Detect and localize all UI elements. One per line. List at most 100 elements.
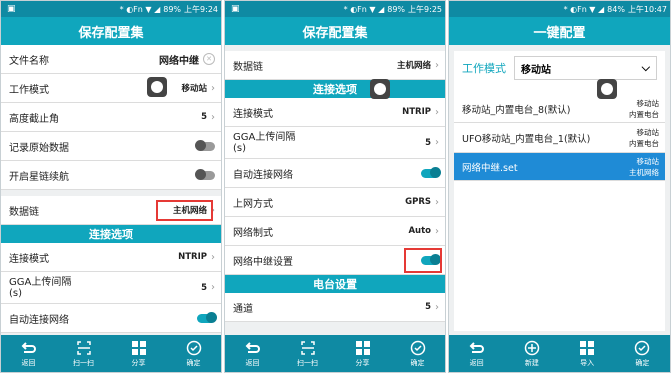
chevron-right-icon: › [435, 196, 439, 208]
row-value: 主机网络 [396, 61, 431, 71]
bottom-toolbar: 返回 扫一扫 分享 确定 [1, 335, 221, 372]
work-mode-row: 工作模式 移动站 ⌵ [454, 51, 665, 85]
grid-icon [131, 340, 146, 355]
row-label: 通道 [233, 303, 253, 315]
chevron-right-icon: › [211, 251, 215, 263]
auto-connect-toggle[interactable] [421, 166, 441, 178]
floating-assist-button[interactable] [597, 79, 617, 99]
chevron-right-icon: › [435, 137, 439, 148]
highlight-box [404, 248, 442, 273]
chevron-right-icon: › [435, 301, 439, 313]
row-value: GPRS [405, 197, 431, 207]
datalink-row[interactable]: 数据链 主机网络 › [1, 196, 221, 225]
share-button[interactable]: 分享 [343, 340, 383, 368]
highlight-box [156, 200, 213, 221]
row-label: 记录原始数据 [9, 142, 69, 154]
file-name-row[interactable]: 文件名称 网络中继 ✕ [1, 45, 221, 74]
chevron-down-icon: ⌵ [641, 61, 650, 74]
row-label: 连接模式 [9, 253, 49, 265]
back-button[interactable]: 返回 [233, 340, 273, 368]
elevation-mask-row[interactable]: 高度截止角 5 › [1, 103, 221, 132]
record-raw-row: 记录原始数据 [1, 132, 221, 161]
battery-level: 89% [387, 4, 406, 14]
chevron-right-icon: › [435, 225, 439, 237]
notification-icon: ▣ [7, 4, 16, 14]
auto-connect-row: 自动连接网络 [225, 159, 445, 188]
grid-icon [355, 340, 370, 355]
row-label: 文件名称 [9, 55, 49, 67]
confirm-button[interactable]: 确定 [622, 340, 662, 368]
confirm-button[interactable]: 确定 [174, 340, 214, 368]
row-label: 自动连接网络 [233, 169, 293, 181]
conn-mode-row[interactable]: 连接模式 NTRIP › [225, 98, 445, 127]
row-label: 自动连接网络 [9, 314, 69, 326]
bottom-toolbar: 返回 扫一扫 分享 确定 [225, 335, 445, 372]
conn-mode-row[interactable]: 连接模式 NTRIP › [1, 243, 221, 272]
scan-icon [76, 340, 91, 355]
bottom-toolbar: 返回 新建 导入 确定 [449, 335, 670, 372]
config-list-item-selected[interactable]: 网络中继.set 移动站 主机网络 [454, 153, 665, 181]
floating-assist-button[interactable] [147, 77, 167, 97]
chevron-right-icon: › [435, 106, 439, 118]
gga-interval-row[interactable]: GGA上传间隔 (s) 5 › [225, 127, 445, 159]
row-value: NTRIP [402, 107, 431, 117]
status-bar: ▣ * ◐Fn ▼ ◢ 89% 上午9:25 [225, 1, 445, 17]
back-button[interactable]: 返回 [457, 340, 497, 368]
work-mode-label: 工作模式 [462, 62, 506, 75]
panel-save-config-1: ▣ * ◐Fn ▼ ◢ 89% 上午9:24 保存配置集 文件名称 网络中继 ✕… [0, 0, 222, 373]
gga-interval-row[interactable]: GGA上传间隔 (s) 5 › [1, 272, 221, 304]
auto-connect-toggle[interactable] [197, 311, 217, 323]
page-title: 保存配置集 [225, 17, 445, 45]
file-name-input[interactable]: 网络中继 [159, 52, 199, 67]
network-mode-row[interactable]: 上网方式 GPRS › [225, 188, 445, 217]
row-value: 5 [201, 112, 207, 122]
panel-one-click-config: * ◐Fn ▼ ◢ 84% 上午10:47 一键配置 工作模式 移动站 ⌵ 移动… [448, 0, 671, 373]
back-button[interactable]: 返回 [9, 340, 49, 368]
battery-level: 89% [163, 4, 182, 14]
section-header: 连接选项 [1, 225, 221, 243]
work-mode-select[interactable]: 移动站 ⌵ [514, 56, 657, 80]
work-mode-row[interactable]: 工作模式 移动站 › [1, 74, 221, 103]
import-button[interactable]: 导入 [567, 340, 607, 368]
clock: 上午9:24 [184, 4, 218, 14]
clock: 上午10:47 [627, 4, 667, 14]
datalink-row[interactable]: 数据链 主机网络 › [225, 51, 445, 80]
chevron-right-icon: › [435, 59, 439, 71]
record-raw-toggle[interactable] [195, 139, 215, 151]
check-circle-icon [186, 340, 201, 355]
section-header: 电台设置 [225, 275, 445, 293]
clock: 上午9:25 [408, 4, 442, 14]
battery-level: 84% [607, 4, 625, 14]
status-icons: * ◐Fn ▼ ◢ [563, 4, 605, 14]
status-icons: * ◐Fn ▼ ◢ [343, 4, 385, 14]
chevron-right-icon: › [211, 282, 215, 293]
channel-row[interactable]: 通道 5 › [225, 293, 445, 322]
back-icon [469, 341, 484, 353]
scan-button[interactable]: 扫一扫 [64, 340, 104, 368]
row-value: 5 [425, 302, 431, 312]
row-value: 移动站 [181, 84, 207, 94]
chevron-right-icon: › [211, 111, 215, 123]
floating-assist-button[interactable] [370, 79, 390, 99]
config-list-item[interactable]: 移动站_内置电台_8(默认) 移动站 内置电台 [454, 95, 665, 123]
status-bar: * ◐Fn ▼ ◢ 84% 上午10:47 [449, 1, 670, 17]
section-header: 连接选项 [225, 80, 445, 98]
check-circle-icon [410, 340, 425, 355]
row-value: 5 [201, 282, 207, 293]
clear-icon[interactable]: ✕ [203, 53, 215, 65]
notification-icon: ▣ [231, 4, 240, 14]
new-button[interactable]: 新建 [512, 340, 552, 368]
row-label: 网络中继设置 [233, 256, 293, 268]
row-label: 数据链 [233, 61, 263, 73]
plus-circle-icon [524, 340, 540, 355]
scan-button[interactable]: 扫一扫 [288, 340, 328, 368]
share-button[interactable]: 分享 [119, 340, 159, 368]
config-list-item[interactable]: UFO移动站_内置电台_1(默认) 移动站 内置电台 [454, 123, 665, 153]
confirm-button[interactable]: 确定 [398, 340, 438, 368]
network-type-row[interactable]: 网络制式 Auto › [225, 217, 445, 246]
back-icon [21, 341, 36, 353]
chevron-right-icon: › [211, 82, 215, 94]
grid-icon [580, 340, 595, 355]
starlink-toggle[interactable] [195, 168, 215, 180]
row-value: 5 [425, 137, 431, 148]
